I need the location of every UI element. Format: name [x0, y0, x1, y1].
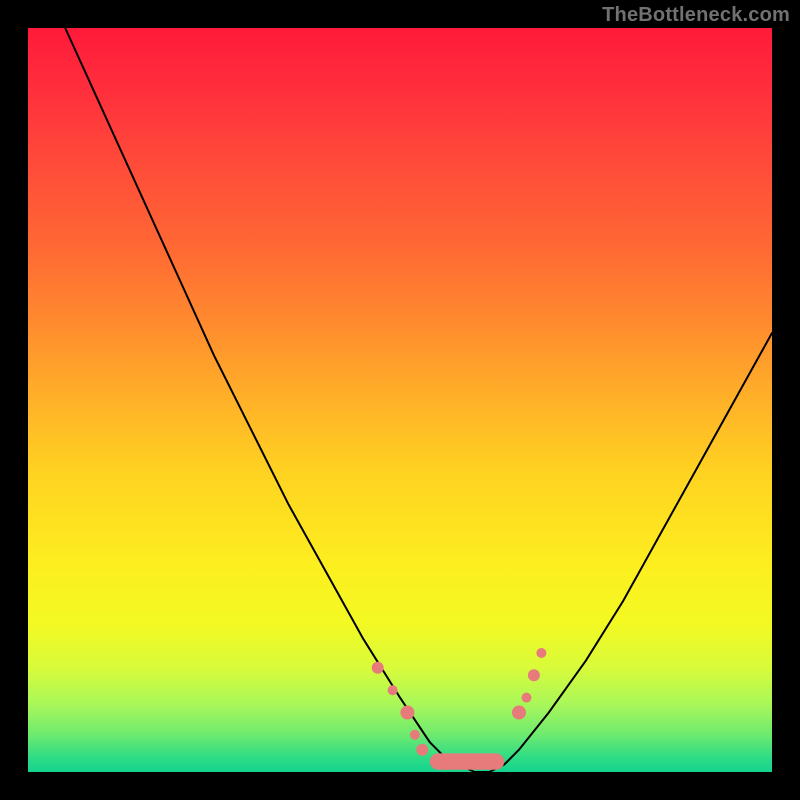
- curve-marker: [536, 648, 546, 658]
- curve-marker: [372, 662, 384, 674]
- marker-group: [372, 648, 547, 770]
- curve-marker: [512, 706, 526, 720]
- curve-marker: [416, 744, 428, 756]
- bottleneck-curve: [65, 28, 772, 772]
- curve-marker: [410, 730, 420, 740]
- watermark-label: TheBottleneck.com: [602, 4, 790, 27]
- chart-frame: TheBottleneck.com: [0, 0, 800, 800]
- curve-marker: [522, 693, 532, 703]
- curve-marker: [528, 669, 540, 681]
- curve-svg: [28, 28, 772, 772]
- bottom-pill: [430, 753, 504, 769]
- curve-marker: [400, 706, 414, 720]
- curve-marker: [388, 685, 398, 695]
- plot-area: [28, 28, 772, 772]
